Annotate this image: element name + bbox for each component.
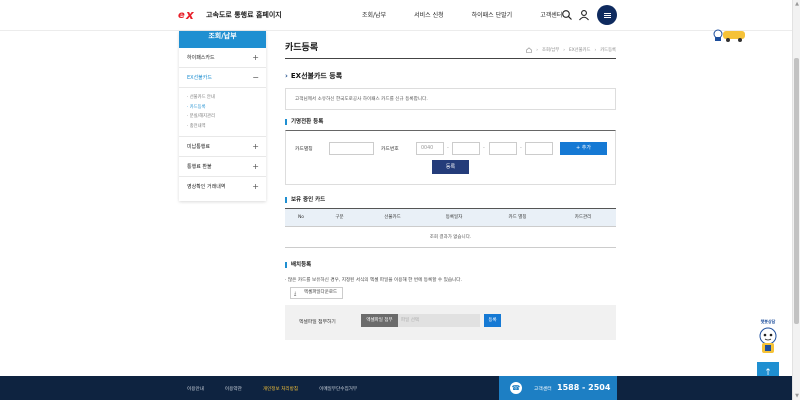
- excel-attach-button[interactable]: 엑셀파일 첨부: [361, 314, 398, 327]
- scroll-down-icon[interactable]: ▼: [794, 392, 800, 400]
- mascot-icon: [759, 327, 777, 353]
- sidebar-item-label: 영상확인 거래내역: [187, 184, 226, 190]
- column-header: 등록일자: [445, 215, 463, 220]
- sidebar-item-ex-prepaid-card[interactable]: EX선불카드 −: [179, 68, 266, 88]
- plus-icon: +: [252, 142, 259, 151]
- cardno-label: 카드번호: [381, 147, 399, 152]
- attach-label: 엑셀파일 첨부하기: [299, 320, 336, 325]
- chevron-right-icon: ›: [285, 72, 288, 80]
- sidebar-item-label: 통행료 환불: [187, 164, 212, 170]
- cardno-input-2[interactable]: [452, 142, 480, 155]
- sidebar-item-label: 하이패스카드: [187, 55, 215, 61]
- sidebar-subitem-card-register[interactable]: · 카드등록: [187, 103, 266, 113]
- column-header: No: [297, 215, 305, 220]
- sidebar-item-toll-refund[interactable]: 통행료 환불 +: [179, 157, 266, 177]
- plus-icon: +: [252, 162, 259, 171]
- breadcrumb-sep: ›: [594, 47, 597, 53]
- upload-register-button[interactable]: 등록: [484, 314, 501, 327]
- cardno-input-1[interactable]: 0040: [416, 142, 444, 155]
- bulk-note: · 많은 카드를 보유하신 경우, 지정된 서식의 엑셀 파일을 이용해 한 번…: [285, 278, 462, 283]
- owned-cards-title: 보유 중인 카드: [285, 197, 325, 203]
- breadcrumb-item[interactable]: EX선불카드: [569, 47, 590, 53]
- minus-icon: −: [252, 73, 259, 82]
- main-content: 카드등록 › 조회/납부 › EX선불카드 › 카드등록 › EX선불카드 등록 …: [285, 40, 616, 340]
- cardno-dash: -: [447, 145, 449, 151]
- section-title: › EX선불카드 등록: [285, 71, 342, 81]
- nickname-input[interactable]: [329, 142, 374, 155]
- breadcrumb-item-current: 카드등록: [600, 48, 616, 53]
- chatbot-widget[interactable]: 챗봇상담: [757, 319, 779, 359]
- individual-register-title: 기명전환 등록: [285, 119, 323, 125]
- search-icon[interactable]: [561, 9, 573, 21]
- file-select-input[interactable]: 파일 선택: [398, 314, 480, 327]
- sidebar-item-unpaid-toll[interactable]: 미납통행료 +: [179, 137, 266, 157]
- download-icon: ⤓: [294, 291, 297, 297]
- footer-links: 이용안내 이용약관 개인정보 처리방침 이메일무단수집거부: [187, 386, 378, 392]
- cardno-input-4[interactable]: [525, 142, 553, 155]
- individual-register-form: 카드별칭 카드번호 0040 - - - + 추가 등록: [285, 130, 616, 185]
- sidebar-title: 조회/납부: [179, 31, 266, 48]
- column-header: 카드관리: [574, 215, 592, 220]
- scroll-up-icon[interactable]: ▲: [794, 0, 800, 8]
- footer-link-guide[interactable]: 이용안내: [187, 386, 204, 392]
- column-header: 선불카드: [384, 215, 401, 220]
- phone-icon: ☎: [510, 382, 522, 394]
- sidebar-item-label: 미납통행료: [187, 144, 211, 150]
- plus-icon: +: [252, 53, 259, 62]
- excel-download-button[interactable]: ⤓ 엑셀파일다운로드: [290, 287, 343, 299]
- sidebar-item-video-transactions[interactable]: 영상확인 거래내역 +: [179, 177, 266, 197]
- cardno-dash: -: [520, 145, 522, 151]
- sidebar-item-label: EX선불카드: [187, 75, 212, 81]
- nav-item-service[interactable]: 서비스 신청: [414, 10, 444, 19]
- nav-item-hipass-device[interactable]: 하이패스 단말기: [472, 10, 513, 19]
- page-scrollbar[interactable]: ▲ ▼: [792, 0, 800, 400]
- mascot-car-icon: [713, 29, 745, 42]
- footer-link-terms[interactable]: 이용약관: [225, 386, 242, 392]
- plus-icon: +: [252, 182, 259, 191]
- ex-logo-icon: ex: [178, 8, 194, 22]
- owned-cards-table: No 구분 선불카드 등록일자 카드 별칭 카드관리 조회 결과가 없습니다.: [285, 208, 616, 248]
- home-icon[interactable]: [526, 47, 533, 53]
- menu-icon[interactable]: [597, 5, 617, 25]
- sidebar-subitem-charge-history[interactable]: · 충전내역: [187, 122, 266, 132]
- column-header: 구분: [335, 215, 344, 220]
- footer-link-email[interactable]: 이메일무단수집거부: [319, 386, 357, 392]
- main-nav: 조회/납부 서비스 신청 하이패스 단말기 고객센터: [362, 10, 590, 19]
- sidebar: 조회/납부 하이패스카드 + EX선불카드 − · 선불카드 안내 · 카드등록…: [179, 31, 266, 201]
- bulk-register-title: 배치등록: [285, 262, 311, 268]
- sidebar-submenu: · 선불카드 안내 · 카드등록 · 분실/해지관리 · 충전내역: [179, 88, 266, 137]
- title-divider: [285, 58, 616, 59]
- callcenter-label: 고객센터: [534, 387, 552, 392]
- sidebar-item-hipass-card[interactable]: 하이패스카드 +: [179, 48, 266, 68]
- cardno-input-3[interactable]: [489, 142, 517, 155]
- breadcrumb: › 조회/납부 › EX선불카드 › 카드등록: [526, 47, 616, 53]
- excel-upload-box: 엑셀파일 첨부하기 엑셀파일 첨부 파일 선택 등록: [285, 305, 616, 340]
- table-empty-message: 조회 결과가 없습니다.: [285, 227, 616, 248]
- nickname-label: 카드별칭: [295, 147, 313, 152]
- breadcrumb-sep: ›: [563, 47, 565, 53]
- breadcrumb-item[interactable]: 조회/납부: [542, 47, 559, 53]
- section-title-text: EX선불카드 등록: [290, 72, 343, 80]
- register-button[interactable]: 등록: [432, 160, 469, 174]
- nav-item-inquiry[interactable]: 조회/납부: [362, 10, 386, 19]
- callcenter-box[interactable]: ☎ 고객센터 1588 - 2504: [499, 376, 617, 400]
- column-header: 카드 별칭: [508, 215, 527, 220]
- breadcrumb-sep: ›: [536, 47, 538, 53]
- nav-item-customer-center[interactable]: 고객센터: [540, 10, 562, 19]
- site-footer: 이용안내 이용약관 개인정보 처리방침 이메일무단수집거부 ☎ 고객센터 158…: [0, 376, 792, 400]
- table-header: No 구분 선불카드 등록일자 카드 별칭 카드관리: [285, 209, 616, 227]
- callcenter-number: 1588 - 2504: [557, 383, 611, 392]
- notice-box: 고객님께서 소유하신 한국도로공사 하이패스 카드를 신규 등록합니다.: [285, 88, 616, 110]
- site-header: ex 고속도로 통행료 홈페이지 조회/납부 서비스 신청 하이패스 단말기 고…: [0, 0, 792, 31]
- site-logo[interactable]: ex 고속도로 통행료 홈페이지: [178, 8, 282, 22]
- sidebar-subitem-guide[interactable]: · 선불카드 안내: [187, 93, 266, 103]
- logo-text: 고속도로 통행료 홈페이지: [206, 11, 282, 19]
- footer-link-privacy[interactable]: 개인정보 처리방침: [263, 386, 298, 392]
- user-icon[interactable]: [578, 9, 590, 21]
- sidebar-subitem-lost-cancel[interactable]: · 분실/해지관리: [187, 112, 266, 122]
- cardno-dash: -: [483, 145, 485, 151]
- add-card-button[interactable]: + 추가: [560, 142, 607, 155]
- scrollbar-thumb[interactable]: [794, 58, 799, 324]
- excel-download-label: 엑셀파일다운로드: [304, 290, 338, 295]
